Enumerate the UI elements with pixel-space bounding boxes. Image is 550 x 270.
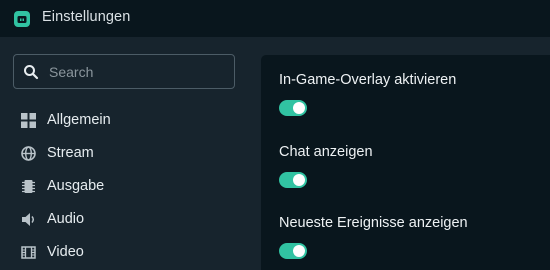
ingame-overlay-toggle[interactable] (279, 100, 307, 116)
setting-ingame-overlay: In-Game-Overlay aktivieren (279, 72, 457, 116)
setting-label: In-Game-Overlay aktivieren (279, 72, 457, 88)
sidebar-item-label: Stream (47, 145, 94, 161)
sidebar-item-label: Audio (47, 211, 85, 227)
setting-recent-events: Neueste Ereignisse anzeigen (279, 215, 468, 259)
show-chat-toggle[interactable] (279, 172, 307, 188)
toggle-knob (293, 102, 305, 114)
setting-show-chat: Chat anzeigen (279, 144, 373, 188)
sidebar-item-video[interactable]: Video (0, 238, 247, 266)
toggle-knob (293, 245, 305, 257)
settings-content-panel: In-Game-Overlay aktivieren Chat anzeigen… (261, 55, 550, 270)
sidebar-item-label: Allgemein (47, 112, 111, 128)
settings-sidebar: Allgemein Stream Ausga (0, 37, 247, 270)
recent-events-toggle[interactable] (279, 243, 307, 259)
sidebar-item-ausgabe[interactable]: Ausgabe (0, 172, 247, 200)
setting-label: Neueste Ereignisse anzeigen (279, 215, 468, 231)
sidebar-item-stream[interactable]: Stream (0, 139, 247, 167)
chip-icon (20, 178, 36, 194)
sidebar-item-label: Ausgabe (47, 178, 105, 194)
search-input[interactable] (49, 55, 229, 88)
window-title: Einstellungen (42, 9, 131, 25)
globe-icon (20, 145, 36, 161)
sidebar-item-label: Video (47, 244, 84, 260)
toggle-knob (293, 174, 305, 186)
search-box[interactable] (13, 54, 235, 89)
search-icon (23, 64, 39, 80)
film-icon (20, 244, 36, 260)
setting-label: Chat anzeigen (279, 144, 373, 160)
sidebar-item-audio[interactable]: Audio (0, 205, 247, 233)
speaker-icon (20, 211, 36, 227)
sidebar-item-allgemein[interactable]: Allgemein (0, 106, 247, 134)
title-bar: Einstellungen (0, 0, 550, 37)
app-logo-icon (13, 10, 31, 28)
grid-icon (20, 112, 36, 128)
